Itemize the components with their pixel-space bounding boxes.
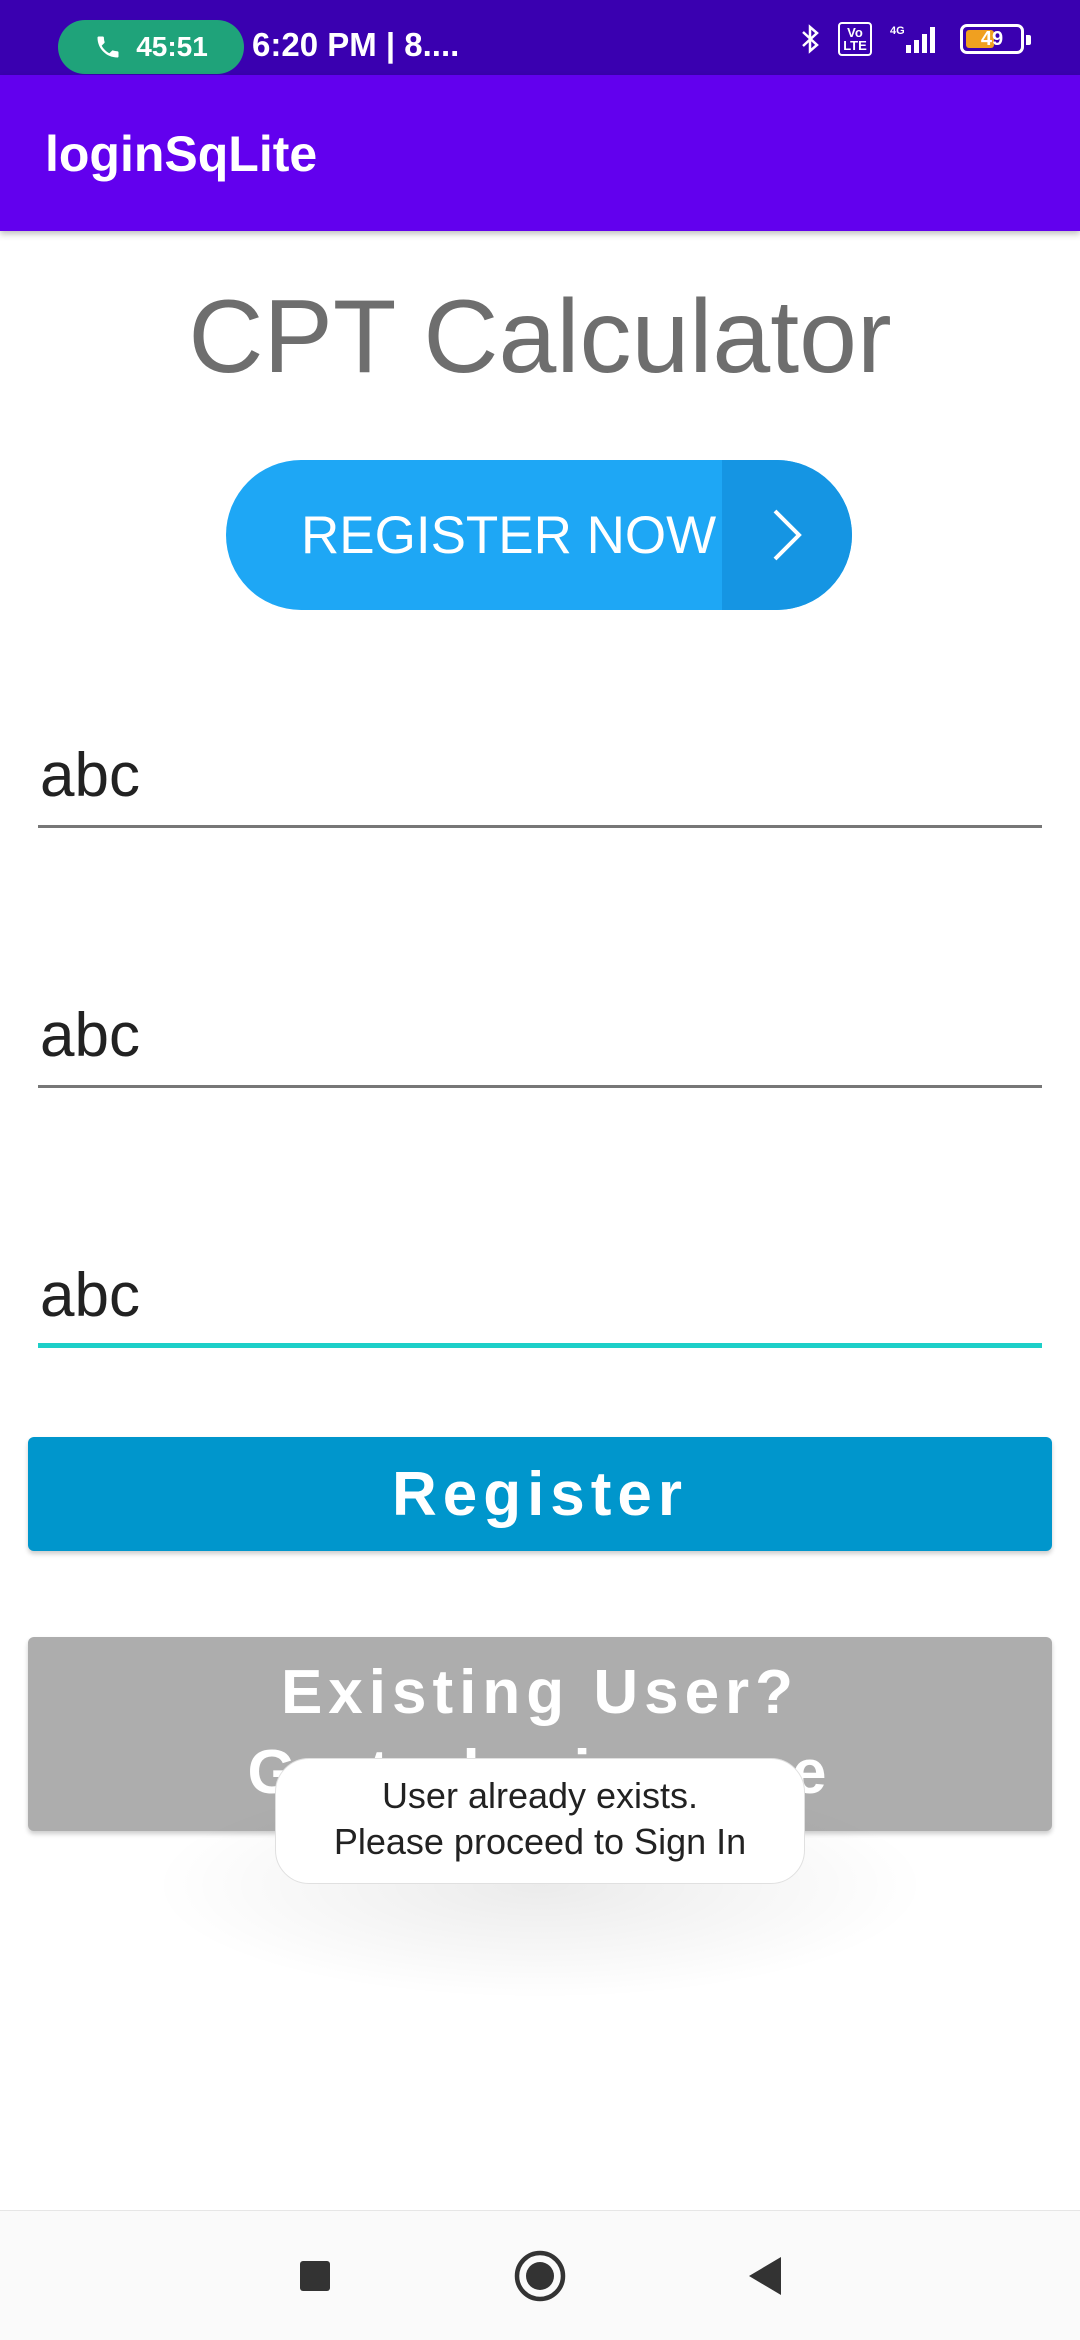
password-field[interactable]	[38, 990, 1042, 1088]
circle-icon	[514, 2250, 566, 2302]
register-button[interactable]: Register	[28, 1437, 1052, 1551]
toast-line1: User already exists.	[381, 1775, 699, 1816]
status-bar: 45:51 6:20 PM | 8.... Vo LTE 4G 49	[0, 0, 1080, 75]
svg-text:4G: 4G	[890, 25, 905, 37]
square-icon	[300, 2261, 330, 2291]
username-input[interactable]	[38, 730, 1042, 820]
battery-icon: 49	[960, 24, 1031, 54]
page-title: CPT Calculator	[188, 279, 892, 395]
phone-icon	[97, 36, 119, 58]
status-time: 6:20 PM | 8....	[252, 26, 460, 63]
password-input[interactable]	[38, 990, 1042, 1080]
app-bar: loginSqLite	[0, 75, 1080, 231]
battery-level: 49	[980, 27, 1004, 50]
status-icons: Vo LTE 4G 49	[800, 22, 1031, 56]
ongoing-call-chip[interactable]: 45:51	[58, 20, 244, 74]
register-now-label: REGISTER NOW	[301, 506, 717, 565]
existing-user-line1: Existing User?	[280, 1658, 800, 1727]
back-button[interactable]	[735, 2246, 795, 2306]
bluetooth-icon	[802, 24, 819, 54]
home-button[interactable]	[510, 2246, 570, 2306]
volte-icon: Vo LTE	[838, 22, 872, 56]
confirm-password-input[interactable]	[38, 1250, 1042, 1340]
toast-message: User already exists. Please proceed to S…	[275, 1758, 805, 1884]
recents-button[interactable]	[285, 2246, 345, 2306]
app-title: loginSqLite	[45, 126, 318, 182]
triangle-back-icon	[749, 2257, 781, 2295]
navigation-bar	[0, 2210, 1080, 2340]
toast-line2: Please proceed to Sign In	[333, 1821, 747, 1862]
call-timer: 45:51	[136, 31, 208, 62]
confirm-password-field[interactable]	[38, 1250, 1042, 1348]
signal-icon: 4G	[890, 25, 935, 53]
username-field[interactable]	[38, 730, 1042, 828]
chevron-right-icon	[722, 460, 852, 610]
register-now-banner[interactable]: REGISTER NOW	[226, 460, 852, 610]
